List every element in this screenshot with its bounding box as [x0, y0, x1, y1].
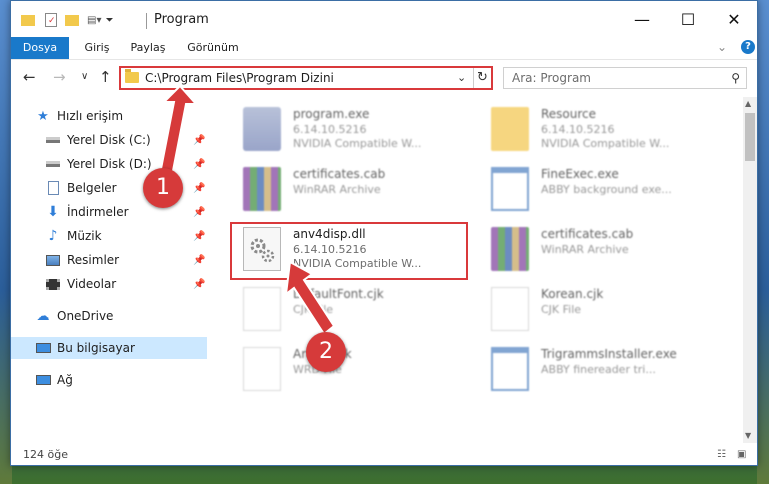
- arrow-2-icon: [284, 260, 336, 336]
- arrow-1-icon: [158, 84, 199, 178]
- step-1-badge: 1: [143, 168, 183, 208]
- annotation-arrows: [158, 84, 336, 336]
- step-2-badge: 2: [306, 332, 346, 372]
